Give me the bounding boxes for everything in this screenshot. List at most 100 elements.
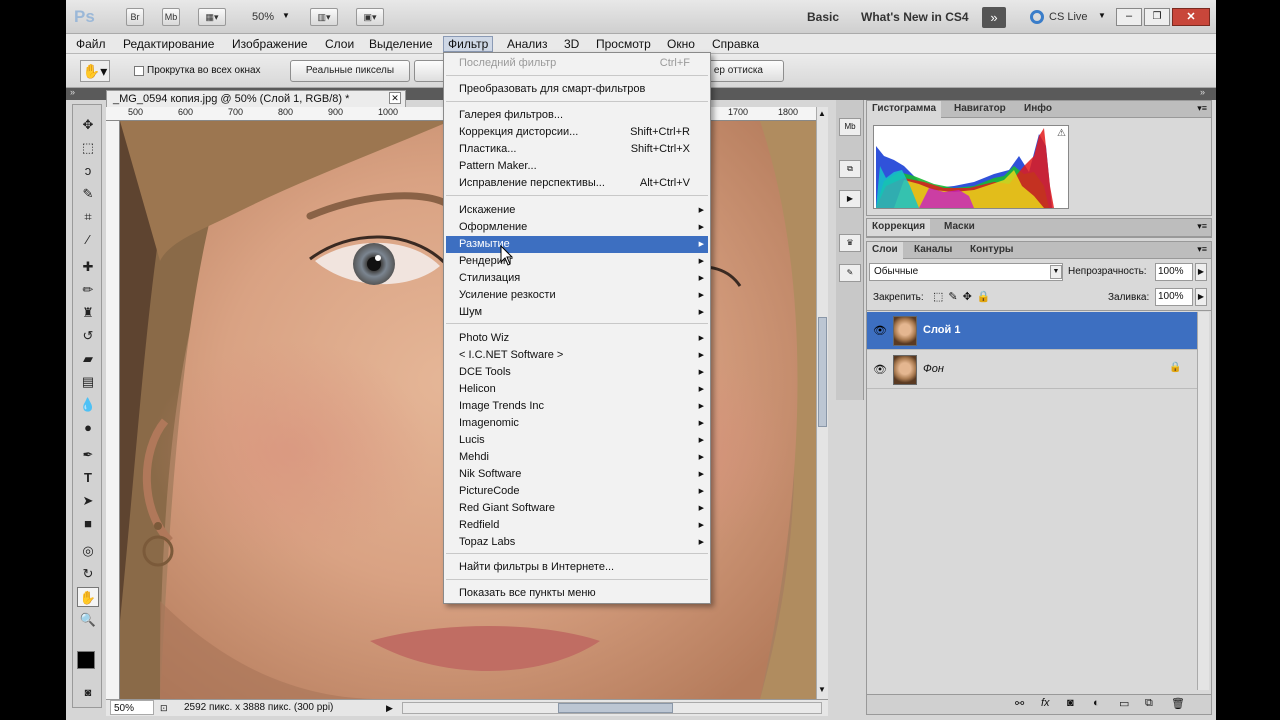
menu-item-plugin[interactable]: Lucis ▶ [446, 432, 708, 449]
history-brush-icon[interactable]: ↺ [77, 326, 99, 346]
menu-item-lens-correction[interactable]: Коррекция дисторсии... Shift+Ctrl+R [446, 124, 708, 141]
panel-menu-icon[interactable]: ▾≡ [1197, 221, 1207, 232]
brushes-panel-icon[interactable]: ✎ [839, 264, 861, 282]
layer-name[interactable]: Слой 1 [923, 324, 960, 336]
eye-icon[interactable]: 👁 [873, 324, 887, 337]
menu-item-blur[interactable]: Размытие ▶ [446, 236, 708, 253]
marquee-tool-icon[interactable]: ⬚ [77, 138, 99, 158]
menu-item-plugin[interactable]: Imagenomic ▶ [446, 415, 708, 432]
menu-item-browse-filters[interactable]: Найти фильтры в Интернете... [446, 559, 708, 576]
menu-image[interactable]: Изображение [228, 36, 312, 52]
fx-icon[interactable]: fx [1041, 697, 1050, 709]
more-workspaces-icon[interactable]: » [982, 7, 1006, 28]
menu-item-render[interactable]: Рендеринг ▶ [446, 253, 708, 270]
scroll-thumb[interactable] [818, 317, 827, 427]
quick-selection-icon[interactable]: ✎ [77, 184, 99, 204]
add-mask-icon[interactable]: ◙ [1067, 697, 1074, 709]
vertical-scrollbar[interactable]: ▲ ▼ [816, 107, 828, 699]
pen-tool-icon[interactable]: ✒ [77, 445, 99, 465]
zoom-level-select[interactable]: 50% [252, 11, 274, 23]
menu-edit[interactable]: Редактирование [119, 36, 218, 52]
layers-scrollbar[interactable] [1197, 312, 1209, 690]
quick-mask-icon[interactable]: ◙ [77, 683, 99, 703]
group-icon[interactable]: ▭ [1119, 697, 1129, 710]
warning-icon[interactable]: ⚠ [1057, 128, 1066, 139]
tab-paths[interactable]: Контуры [965, 242, 1018, 259]
zoom-tool-icon[interactable]: 🔍 [77, 610, 99, 630]
type-tool-icon[interactable]: T [77, 468, 99, 488]
menu-item-liquify[interactable]: Пластика... Shift+Ctrl+X [446, 141, 708, 158]
scroll-down-icon[interactable]: ▼ [818, 685, 826, 694]
fill-field[interactable]: 100% [1155, 288, 1193, 306]
minimize-button[interactable]: – [1116, 8, 1142, 26]
mini-bridge-button[interactable]: Mb [162, 8, 180, 26]
status-zoom-field[interactable]: 50% [110, 700, 154, 715]
screen-mode-icon[interactable]: ▣▾ [356, 8, 384, 26]
document-tab[interactable]: _MG_0594 копия.jpg @ 50% (Слой 1, RGB/8)… [106, 90, 406, 107]
history-panel-icon[interactable]: ⧉ [839, 160, 861, 178]
blend-mode-select[interactable]: Обычные [869, 263, 1063, 281]
menu-item-plugin[interactable]: < I.C.NET Software > ▶ [446, 347, 708, 364]
status-menu-arrow-icon[interactable]: ▶ [386, 700, 393, 716]
panel-menu-icon[interactable]: ▾≡ [1197, 103, 1207, 114]
menu-item-plugin[interactable]: Redfield ▶ [446, 517, 708, 534]
menu-select[interactable]: Выделение [365, 36, 437, 52]
menu-item-noise[interactable]: Шум ▶ [446, 304, 708, 321]
horizontal-scrollbar[interactable] [402, 702, 822, 714]
arrange-documents-icon[interactable]: ▥▾ [310, 8, 338, 26]
blur-tool-icon[interactable]: 💧 [77, 395, 99, 415]
view-extras-icon[interactable]: ▦▾ [198, 8, 226, 26]
menu-item-show-all[interactable]: Показать все пункты меню [446, 585, 708, 602]
healing-brush-icon[interactable]: ✚ [77, 257, 99, 277]
layer-row-layer1[interactable]: 👁 Слой 1 [867, 312, 1197, 350]
eraser-tool-icon[interactable]: ▰ [77, 349, 99, 369]
menu-item-plugin[interactable]: Mehdi ▶ [446, 449, 708, 466]
dodge-tool-icon[interactable]: ● [77, 418, 99, 438]
menu-item-stylize[interactable]: Стилизация ▶ [446, 270, 708, 287]
layer-name[interactable]: Фон [923, 363, 944, 375]
workspace-whats-new[interactable]: What's New in CS4 [861, 10, 969, 24]
tab-navigator[interactable]: Навигатор [949, 101, 1011, 118]
tab-channels[interactable]: Каналы [909, 242, 957, 259]
menu-help[interactable]: Справка [708, 36, 763, 52]
menu-item-plugin[interactable]: Photo Wiz ▶ [446, 330, 708, 347]
menu-item-vanishing-point[interactable]: Исправление перспективы... Alt+Ctrl+V [446, 175, 708, 192]
foreground-color[interactable] [77, 651, 95, 669]
collapse-icon[interactable]: » [1200, 87, 1205, 97]
hand-tool-icon[interactable]: ✋ [77, 587, 99, 607]
shape-tool-icon[interactable]: ■ [77, 514, 99, 534]
menu-item-plugin[interactable]: DCE Tools ▶ [446, 364, 708, 381]
actions-panel-icon[interactable]: ▶ [839, 190, 861, 208]
lasso-tool-icon[interactable]: ↄ [77, 161, 99, 181]
menu-view[interactable]: Просмотр [592, 36, 655, 52]
new-layer-icon[interactable]: ⧉ [1145, 697, 1153, 710]
restore-button[interactable]: ❐ [1144, 8, 1170, 26]
move-tool-icon[interactable]: ✥ [77, 115, 99, 135]
gradient-tool-icon[interactable]: ▤ [77, 372, 99, 392]
path-selection-icon[interactable]: ➤ [77, 491, 99, 511]
actual-pixels-button[interactable]: Реальные пикселы [290, 60, 410, 82]
panel-menu-icon[interactable]: ▾≡ [1197, 244, 1207, 255]
menu-item-sharpen[interactable]: Усиление резкости ▶ [446, 287, 708, 304]
fit-screen-button[interactable] [414, 60, 446, 82]
hand-tool-preset-icon[interactable]: ✋▾ [80, 60, 110, 82]
clone-stamp-icon[interactable]: ♜ [77, 303, 99, 323]
menu-item-plugin[interactable]: PictureCode ▶ [446, 483, 708, 500]
scroll-all-checkbox[interactable] [134, 66, 144, 76]
tab-masks[interactable]: Маски [939, 219, 980, 236]
brush-tool-icon[interactable]: ✏ [77, 280, 99, 300]
tab-histogram[interactable]: Гистограмма [867, 101, 942, 118]
3d-rotate-icon[interactable]: ◎ [77, 541, 99, 561]
bridge-button[interactable]: Br [126, 8, 144, 26]
menu-item-pattern-maker[interactable]: Pattern Maker... [446, 158, 708, 175]
mini-bridge-panel-icon[interactable]: Mb [839, 118, 861, 136]
fill-slider-arrow-icon[interactable]: ▶ [1195, 288, 1207, 306]
adjustment-layer-icon[interactable]: ◐ [1093, 697, 1100, 709]
menu-item-artistic[interactable]: Оформление ▶ [446, 219, 708, 236]
collapse-icon[interactable]: » [70, 87, 75, 97]
eyedropper-tool-icon[interactable]: ⁄ [77, 230, 99, 250]
menu-item-plugin[interactable]: Nik Software ▶ [446, 466, 708, 483]
link-layers-icon[interactable]: ⚯ [1015, 697, 1024, 710]
menu-item-smart-filters[interactable]: Преобразовать для смарт-фильтров [446, 81, 708, 98]
scroll-thumb[interactable] [558, 703, 673, 713]
